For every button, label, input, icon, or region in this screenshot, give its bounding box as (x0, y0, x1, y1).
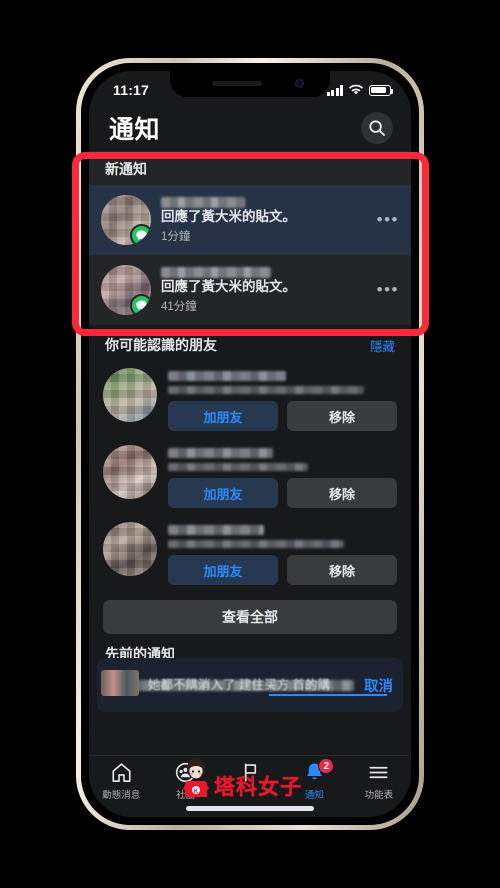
remove-suggestion-button[interactable]: 移除 (287, 401, 397, 431)
add-friend-button[interactable]: 加朋友 (168, 555, 278, 585)
comment-bubble-icon (130, 294, 151, 315)
add-friend-button[interactable]: 加朋友 (168, 401, 278, 431)
svg-text:K: K (194, 789, 199, 795)
avatar[interactable] (101, 265, 151, 315)
notification-body: 回應了黃大米的貼文。 (161, 208, 296, 224)
power-button[interactable] (423, 238, 426, 304)
more-options-icon[interactable]: ••• (373, 280, 399, 300)
nav-item-menu[interactable]: 功能表 (347, 761, 411, 801)
phone-screen: 11:17 通知 新通知 回應了黃大米的貼文。 1分鐘 ••• 回應了黃大米的貼… (89, 71, 411, 817)
avatar[interactable] (101, 195, 151, 245)
home-icon (112, 763, 131, 782)
friend-suggestion-row: 加朋友 移除 (89, 361, 411, 438)
wifi-icon (349, 84, 363, 95)
remove-suggestion-button[interactable]: 移除 (287, 555, 397, 585)
friend-action-buttons: 加朋友 移除 (168, 555, 397, 585)
silent-switch[interactable] (74, 178, 77, 200)
notifications-feed[interactable]: 新通知 回應了黃大米的貼文。 1分鐘 ••• 回應了黃大米的貼文。 41分鐘 •… (89, 151, 411, 817)
earlier-notification-text: 她都不購消入了 建住买方 首的購 (148, 677, 330, 692)
earpiece-speaker (212, 81, 262, 86)
volume-down-button[interactable] (74, 276, 77, 318)
search-button[interactable] (361, 112, 393, 144)
comment-bubble-glyph (136, 300, 147, 311)
avatar[interactable] (103, 368, 157, 422)
notification-row[interactable]: 回應了黃大米的貼文。 1分鐘 ••• (89, 185, 411, 255)
notification-badge: 2 (318, 758, 335, 774)
search-icon (369, 120, 385, 136)
people-you-may-know-title: 你可能認識的朋友 (105, 337, 217, 353)
blurred-user-name (168, 525, 264, 535)
volume-up-button[interactable] (74, 223, 77, 265)
blurred-user-name (168, 448, 273, 458)
nav-label-feed: 動態消息 (102, 790, 141, 801)
page-title: 通知 (109, 116, 161, 144)
blurred-mutual-friends (168, 540, 344, 548)
friend-suggestion-row: 加朋友 移除 (89, 515, 411, 592)
cellular-signal-icon (326, 84, 343, 96)
blurred-user-name (161, 196, 245, 208)
notification-time: 41分鐘 (161, 300, 197, 313)
remove-suggestion-button[interactable]: 移除 (287, 478, 397, 508)
friend-action-buttons: 加朋友 移除 (168, 401, 397, 431)
notification-body: 回應了黃大米的貼文。 (161, 278, 296, 294)
friend-suggestion-info: 加朋友 移除 (168, 522, 397, 585)
add-friend-button[interactable]: 加朋友 (168, 478, 278, 508)
notification-text: 回應了黃大米的貼文。 41分鐘 (161, 266, 363, 314)
watermark-text: 塔科女子 (214, 776, 302, 799)
nav-item-feed[interactable]: 動態消息 (89, 761, 153, 801)
see-all-button[interactable]: 查看全部 (103, 600, 397, 634)
friend-action-buttons: 加朋友 移除 (168, 478, 397, 508)
phone-bezel: 11:17 通知 新通知 回應了黃大米的貼文。 1分鐘 ••• 回應了黃大米的貼… (81, 63, 419, 825)
battery-icon (369, 84, 393, 96)
friend-suggestion-info: 加朋友 移除 (168, 445, 397, 508)
notification-time: 1分鐘 (161, 230, 191, 243)
status-time: 11:17 (113, 82, 150, 98)
earlier-notifications-section: 先前的通知 取消 她都不購消入了 建住买方 首的購 ••• (89, 640, 411, 712)
selection-underline (269, 694, 387, 696)
watermark: K 塔科女子 (181, 755, 302, 799)
nav-label-notifications: 通知 (304, 790, 324, 801)
blurred-mutual-friends (168, 463, 308, 471)
comment-bubble-glyph (136, 230, 147, 241)
menu-hamburger-icon (369, 766, 388, 779)
watermark-mascot-icon: K (183, 758, 209, 797)
avatar[interactable] (103, 522, 157, 576)
notification-thumbnail (101, 670, 139, 696)
new-notifications-header: 新通知 (89, 151, 411, 185)
friend-suggestion-info: 加朋友 移除 (168, 368, 397, 431)
blurred-user-name (168, 371, 286, 381)
blurred-user-name (161, 266, 271, 278)
nav-label-menu: 功能表 (364, 790, 394, 801)
hide-suggestions-button[interactable]: 隱藏 (370, 336, 395, 355)
cancel-button[interactable]: 取消 (364, 675, 393, 696)
avatar[interactable] (103, 445, 157, 499)
blurred-mutual-friends (168, 386, 364, 394)
more-options-icon[interactable]: ••• (373, 210, 399, 230)
people-you-may-know-header: 你可能認識的朋友 隱藏 (89, 325, 411, 361)
notification-line: 回應了黃大米的貼文。 (161, 196, 363, 225)
comment-bubble-icon (130, 224, 151, 245)
app-header: 通知 (89, 105, 411, 151)
new-notifications-title: 新通知 (105, 161, 147, 177)
notification-line: 回應了黃大米的貼文。 (161, 266, 363, 295)
status-icons (326, 84, 393, 96)
home-indicator[interactable] (186, 806, 314, 811)
notification-row[interactable]: 回應了黃大米的貼文。 41分鐘 ••• (89, 255, 411, 325)
phone-frame: 11:17 通知 新通知 回應了黃大米的貼文。 1分鐘 ••• 回應了黃大米的貼… (74, 58, 426, 830)
friend-suggestion-row: 加朋友 移除 (89, 438, 411, 515)
phone-notch (170, 71, 330, 97)
front-camera-icon (295, 79, 304, 88)
notification-text: 回應了黃大米的貼文。 1分鐘 (161, 196, 363, 244)
